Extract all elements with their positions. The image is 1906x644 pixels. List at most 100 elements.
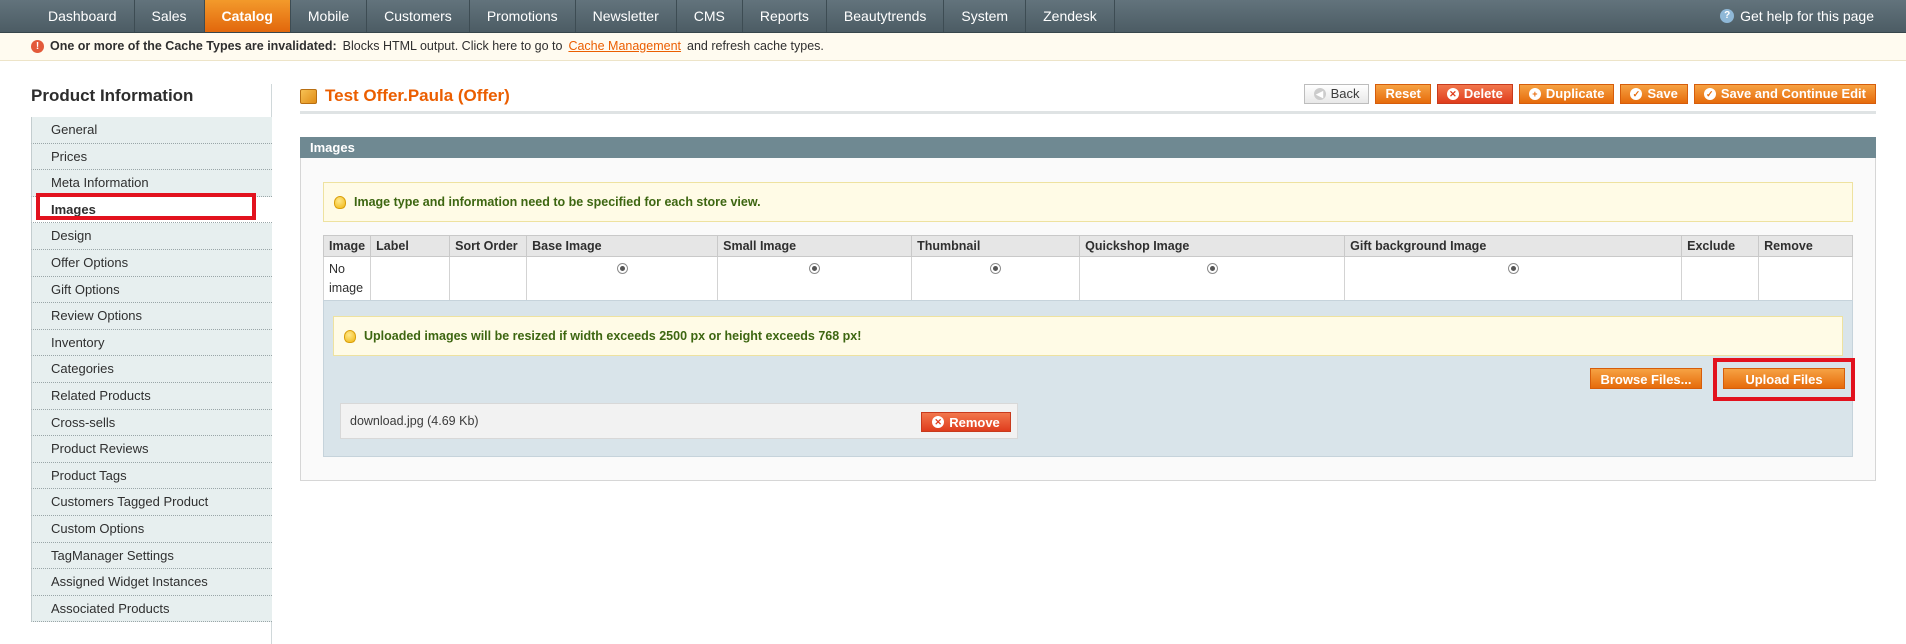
back-arrow-icon: ◀ bbox=[1313, 88, 1326, 100]
tab-product-tags[interactable]: Product Tags bbox=[31, 462, 272, 490]
tab-associated-products[interactable]: Associated Products bbox=[31, 595, 272, 623]
help-label: Get help for this page bbox=[1740, 8, 1874, 24]
remove-file-label: Remove bbox=[949, 414, 1000, 430]
product-box-icon bbox=[300, 88, 317, 104]
tab-categories[interactable]: Categories bbox=[31, 356, 272, 383]
nav-zendesk[interactable]: Zendesk bbox=[1026, 0, 1115, 32]
lightbulb-icon bbox=[344, 329, 356, 343]
quickshop-image-radio[interactable] bbox=[1206, 263, 1218, 274]
thumbnail-radio[interactable] bbox=[990, 263, 1002, 274]
remove-icon: ✕ bbox=[932, 416, 945, 428]
gift-background-radio[interactable] bbox=[1507, 263, 1519, 274]
tab-tagmanager-settings[interactable]: TagManager Settings bbox=[31, 542, 272, 570]
save-and-continue-button[interactable]: ✓ Save and Continue Edit bbox=[1693, 84, 1876, 104]
nav-catalog[interactable]: Catalog bbox=[204, 0, 291, 32]
nav-beautytrends[interactable]: Beautytrends bbox=[827, 0, 945, 32]
delete-icon: ✕ bbox=[1446, 88, 1459, 100]
cache-management-link[interactable]: Cache Management bbox=[568, 33, 681, 60]
table-row: No image bbox=[322, 256, 1853, 304]
small-image-radio[interactable] bbox=[809, 263, 821, 274]
sort-order-cell bbox=[449, 256, 528, 304]
tab-images[interactable]: Images bbox=[31, 196, 272, 224]
thumbnail-cell bbox=[911, 256, 1081, 304]
gift-background-cell bbox=[1344, 256, 1683, 304]
notice-text: Blocks HTML output. Click here to go to bbox=[342, 39, 563, 53]
resize-tip-text: Uploaded images will be resized if width… bbox=[364, 329, 862, 343]
reset-label: Reset bbox=[1385, 86, 1421, 101]
tab-related-products[interactable]: Related Products bbox=[31, 382, 272, 410]
notice-text-end: and refresh cache types. bbox=[687, 39, 824, 53]
tab-inventory[interactable]: Inventory bbox=[31, 329, 272, 357]
nav-cms[interactable]: CMS bbox=[677, 0, 743, 32]
column-header: Quickshop Image bbox=[1079, 235, 1346, 257]
header-divider bbox=[300, 111, 1876, 114]
tab-prices[interactable]: Prices bbox=[31, 143, 272, 171]
back-button[interactable]: ◀ Back bbox=[1303, 84, 1370, 104]
nav-system[interactable]: System bbox=[944, 0, 1027, 32]
page-header: Test Offer.Paula (Offer) bbox=[300, 86, 510, 106]
column-header: Small Image bbox=[717, 235, 913, 257]
product-tabs: General Prices Meta Information Images D… bbox=[31, 117, 272, 623]
save-continue-label: Save and Continue Edit bbox=[1720, 86, 1866, 101]
error-icon: ! bbox=[31, 40, 44, 53]
nav-promotions[interactable]: Promotions bbox=[470, 0, 576, 32]
column-header: Label bbox=[370, 235, 451, 257]
nav-newsletter[interactable]: Newsletter bbox=[576, 0, 677, 32]
back-label: Back bbox=[1330, 86, 1360, 101]
label-cell bbox=[370, 256, 451, 304]
column-header: Exclude bbox=[1681, 235, 1760, 257]
check-icon: ✓ bbox=[1630, 88, 1643, 100]
remove-file-button[interactable]: ✕ Remove bbox=[921, 412, 1011, 432]
page-title: Test Offer.Paula (Offer) bbox=[325, 86, 510, 105]
store-view-tip: Image type and information need to be sp… bbox=[323, 182, 1853, 222]
delete-button[interactable]: ✕ Delete bbox=[1436, 84, 1513, 104]
browse-files-button[interactable]: Browse Files... bbox=[1590, 368, 1702, 389]
tab-offer-options[interactable]: Offer Options bbox=[31, 249, 272, 277]
column-header: Gift background Image bbox=[1344, 235, 1683, 257]
remove-cell bbox=[1758, 256, 1853, 304]
uploaded-file-row: download.jpg (4.69 Kb) ✕ Remove bbox=[340, 403, 1018, 439]
save-button[interactable]: ✓ Save bbox=[1620, 84, 1688, 104]
tab-meta-information[interactable]: Meta Information bbox=[31, 170, 272, 197]
duplicate-button[interactable]: + Duplicate bbox=[1518, 84, 1615, 104]
images-section-header: Images bbox=[300, 137, 1876, 158]
small-image-cell bbox=[717, 256, 913, 304]
base-image-cell bbox=[526, 256, 719, 304]
top-navigation: Dashboard Sales Catalog Mobile Customers… bbox=[0, 0, 1906, 33]
notice-bold: One or more of the Cache Types are inval… bbox=[50, 39, 337, 53]
reset-button[interactable]: Reset bbox=[1375, 84, 1431, 104]
column-header: Image bbox=[322, 235, 372, 257]
check-icon: ✓ bbox=[1703, 88, 1716, 100]
tab-assigned-widget-instances[interactable]: Assigned Widget Instances bbox=[31, 569, 272, 596]
tab-cross-sells[interactable]: Cross-sells bbox=[31, 409, 272, 437]
plus-icon: + bbox=[1528, 88, 1541, 100]
upload-files-button[interactable]: Upload Files bbox=[1723, 368, 1845, 389]
tab-gift-options[interactable]: Gift Options bbox=[31, 276, 272, 304]
no-image-text: image bbox=[329, 281, 364, 295]
base-image-radio[interactable] bbox=[616, 263, 628, 274]
tab-review-options[interactable]: Review Options bbox=[31, 303, 272, 330]
column-header: Sort Order bbox=[449, 235, 528, 257]
save-label: Save bbox=[1647, 86, 1678, 101]
sidebar-title: Product Information bbox=[31, 86, 194, 105]
image-cell: No image bbox=[322, 256, 372, 304]
nav-customers[interactable]: Customers bbox=[367, 0, 470, 32]
nav-dashboard[interactable]: Dashboard bbox=[31, 0, 135, 32]
tab-custom-options[interactable]: Custom Options bbox=[31, 515, 272, 543]
exclude-cell bbox=[1681, 256, 1760, 304]
nav-reports[interactable]: Reports bbox=[743, 0, 827, 32]
column-header: Base Image bbox=[526, 235, 719, 257]
column-header: Remove bbox=[1758, 235, 1853, 257]
header-buttons: ◀ Back Reset ✕ Delete + Duplicate ✓ Save ✓ Sa… bbox=[1303, 84, 1876, 104]
delete-label: Delete bbox=[1463, 86, 1503, 101]
tab-design[interactable]: Design bbox=[31, 223, 272, 250]
help-link[interactable]: ? Get help for this page bbox=[1720, 0, 1874, 32]
nav-sales[interactable]: Sales bbox=[135, 0, 205, 32]
nav-mobile[interactable]: Mobile bbox=[291, 0, 368, 32]
column-header: Thumbnail bbox=[911, 235, 1081, 257]
tab-product-reviews[interactable]: Product Reviews bbox=[31, 436, 272, 463]
tab-customers-tagged-product[interactable]: Customers Tagged Product bbox=[31, 489, 272, 516]
tab-general[interactable]: General bbox=[31, 117, 272, 144]
cache-notice: ! One or more of the Cache Types are inv… bbox=[0, 33, 1906, 61]
images-table: Image Label Sort Order Base Image Small … bbox=[322, 235, 1853, 304]
